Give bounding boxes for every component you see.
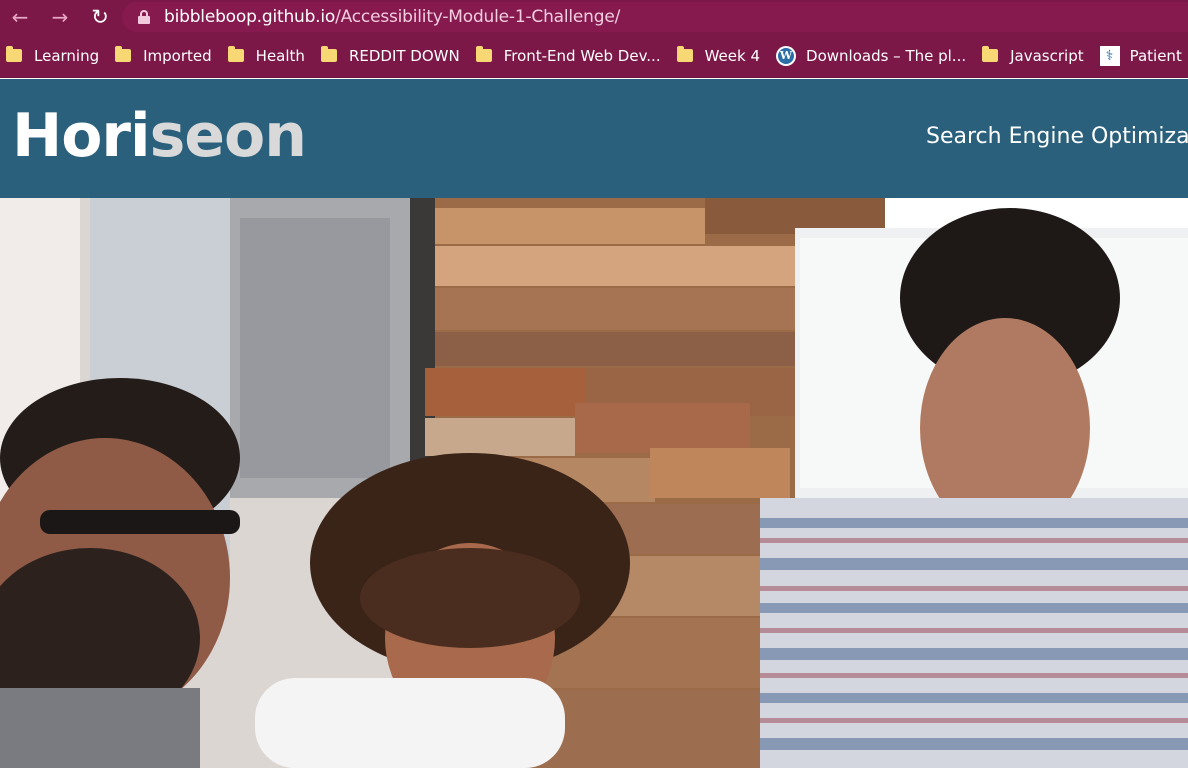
url-path: /Accessibility-Module-1-Challenge/ (335, 7, 621, 27)
logo-text-seon: seon (149, 101, 307, 171)
bookmark-health[interactable]: Health (222, 40, 314, 72)
folder-icon (320, 46, 337, 62)
browser-toolbar: ← → ↻ bibbleboop.github.io/Accessibility… (0, 0, 1188, 34)
folder-icon (982, 46, 999, 62)
reload-icon[interactable]: ↻ (80, 0, 120, 34)
bookmark-label: Patient Portal (1129, 46, 1188, 65)
bookmark-label: REDDIT DOWN (348, 46, 460, 65)
lock-icon[interactable] (138, 10, 150, 24)
bookmark-imported[interactable]: Imported (109, 40, 221, 72)
bookmark-label: Javascript (1010, 46, 1084, 65)
bookmark-week-4[interactable]: Week 4 (671, 40, 769, 72)
bookmark-javascript[interactable]: Javascript (976, 40, 1092, 72)
hero-image (0, 198, 1188, 768)
bookmark-label: Week 4 (704, 46, 761, 65)
site-logo[interactable]: Horiseon (12, 101, 307, 171)
bookmark-reddit-down[interactable]: REDDIT DOWN (315, 40, 469, 72)
folder-icon (676, 46, 693, 62)
hero-illustration (0, 198, 1188, 768)
folder-icon (227, 46, 244, 62)
bookmark-learning[interactable]: Learning (0, 40, 108, 72)
folder-icon (115, 46, 132, 62)
bookmark-downloads[interactable]: W Downloads – The pl... (770, 40, 975, 72)
address-bar[interactable]: bibbleboop.github.io/Accessibility-Modul… (122, 2, 1188, 32)
bookmark-label: Downloads – The pl... (806, 46, 967, 65)
folder-icon (475, 46, 492, 62)
bookmark-label: Learning (34, 46, 100, 65)
bookmark-label: Imported (143, 46, 212, 65)
url-domain: bibbleboop.github.io (164, 7, 336, 27)
bookmark-patient-portal[interactable]: ⚕ Patient Portal (1094, 40, 1188, 72)
wordpress-icon: W (776, 45, 797, 66)
logo-text-hori: Hori (12, 101, 151, 171)
forward-icon[interactable]: → (40, 0, 80, 34)
bookmark-label: Front-End Web Dev... (503, 46, 661, 65)
back-icon[interactable]: ← (0, 0, 40, 34)
bookmarks-bar: Learning Imported Health REDDIT DOWN Fro… (0, 34, 1188, 78)
site-header: Horiseon Search Engine Optimization (0, 79, 1188, 198)
folder-icon (6, 46, 22, 62)
portal-icon: ⚕ (1099, 45, 1120, 66)
bookmark-front-end-web-dev[interactable]: Front-End Web Dev... (470, 40, 670, 72)
url-text[interactable]: bibbleboop.github.io/Accessibility-Modul… (164, 7, 620, 27)
bookmark-label: Health (255, 46, 305, 65)
nav-link-seo[interactable]: Search Engine Optimization (926, 124, 1188, 149)
